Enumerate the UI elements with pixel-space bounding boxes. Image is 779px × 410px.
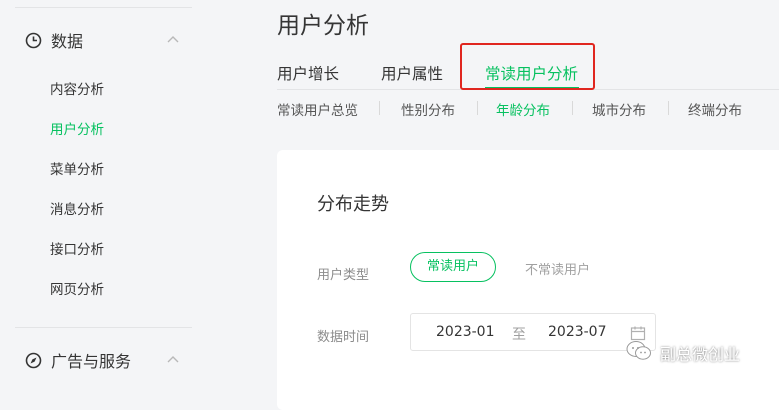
distribution-card: 分布走势 用户类型 常读用户 不常读用户 数据时间 2023-01 至 2023… [277, 150, 779, 410]
sidebar-item-user-analysis[interactable]: 用户分析 [50, 119, 104, 141]
date-range-picker[interactable]: 2023-01 至 2023-07 [410, 313, 656, 351]
user-type-label: 用户类型 [317, 268, 370, 283]
sidebar-item-api-analysis[interactable]: 接口分析 [50, 239, 104, 261]
sidebar: 数据 内容分析 用户分析 菜单分析 消息分析 接口分析 网页分析 广告与服务 [0, 0, 205, 385]
date-separator: 至 [512, 327, 526, 343]
date-range-label: 数据时间 [317, 330, 370, 345]
watermark-text: 副总微创业 [660, 345, 741, 364]
sidebar-section-label: 数据 [51, 32, 84, 51]
subtab-gender[interactable]: 性别分布 [401, 99, 455, 119]
date-end[interactable]: 2023-07 [548, 324, 607, 340]
sidebar-divider [15, 327, 192, 328]
subtab-separator [379, 101, 380, 115]
date-start[interactable]: 2023-01 [436, 324, 495, 340]
sidebar-item-webpage-analysis[interactable]: 网页分析 [50, 279, 104, 301]
tab-user-attributes[interactable]: 用户属性 [381, 62, 443, 84]
clock-icon [24, 31, 42, 49]
subtab-separator [477, 101, 478, 115]
card-title: 分布走势 [317, 194, 389, 215]
sidebar-item-message-analysis[interactable]: 消息分析 [50, 199, 104, 221]
user-type-option-frequent[interactable]: 常读用户 [410, 252, 496, 282]
sidebar-section-ads-services[interactable]: 广告与服务 [24, 348, 186, 372]
subtab-separator [668, 101, 669, 115]
highlight-annotation-box [460, 43, 595, 90]
subtab-city[interactable]: 城市分布 [592, 99, 646, 119]
subtab-separator [572, 101, 573, 115]
sidebar-divider [15, 7, 192, 8]
wechat-icon [626, 340, 652, 366]
watermark: 副总微创业 [626, 340, 740, 366]
user-type-option-infrequent[interactable]: 不常读用户 [525, 259, 590, 278]
chevron-up-icon[interactable] [166, 32, 180, 51]
sidebar-item-menu-analysis[interactable]: 菜单分析 [50, 159, 104, 181]
chevron-up-icon[interactable] [166, 352, 180, 371]
sidebar-section-data[interactable]: 数据 [24, 28, 186, 52]
sidebar-item-content-analysis[interactable]: 内容分析 [50, 79, 104, 101]
tab-user-growth[interactable]: 用户增长 [277, 62, 339, 84]
page-title: 用户分析 [277, 13, 369, 39]
main-content: 用户分析 用户增长 用户属性 常读用户分析 常读用户总览 性别分布 年龄分布 城… [205, 0, 779, 410]
sidebar-section-label: 广告与服务 [51, 352, 132, 371]
subtab-terminal[interactable]: 终端分布 [688, 99, 742, 119]
compass-icon [24, 351, 42, 369]
subtab-frequent-overview[interactable]: 常读用户总览 [277, 99, 358, 119]
subtab-age[interactable]: 年龄分布 [496, 99, 550, 119]
